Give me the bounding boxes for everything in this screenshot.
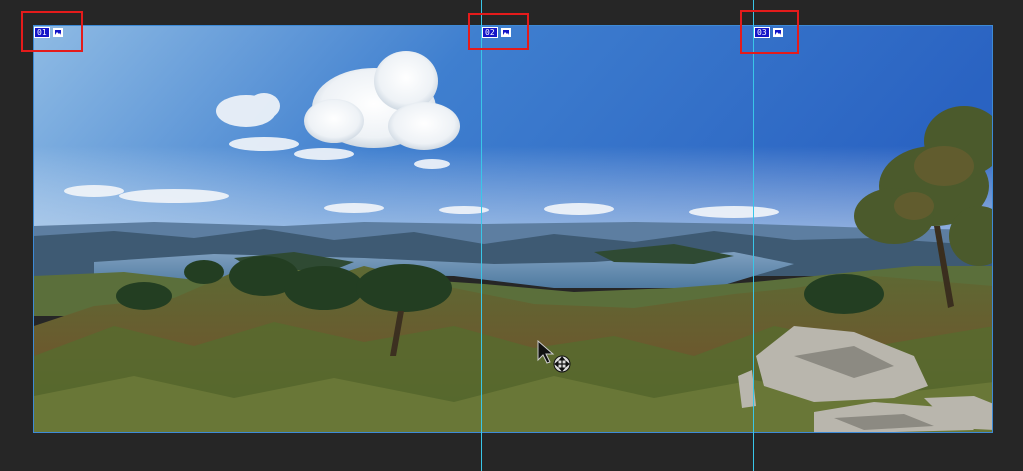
- slice-guide-line-1[interactable]: [481, 0, 482, 471]
- panorama-image[interactable]: [33, 25, 993, 433]
- slice-guide-line-2[interactable]: [753, 0, 754, 471]
- highlight-box-slice-03: [740, 10, 799, 54]
- highlight-box-slice-02: [468, 13, 529, 50]
- move-cursor-icon: [536, 339, 576, 380]
- highlight-box-slice-01: [21, 11, 83, 52]
